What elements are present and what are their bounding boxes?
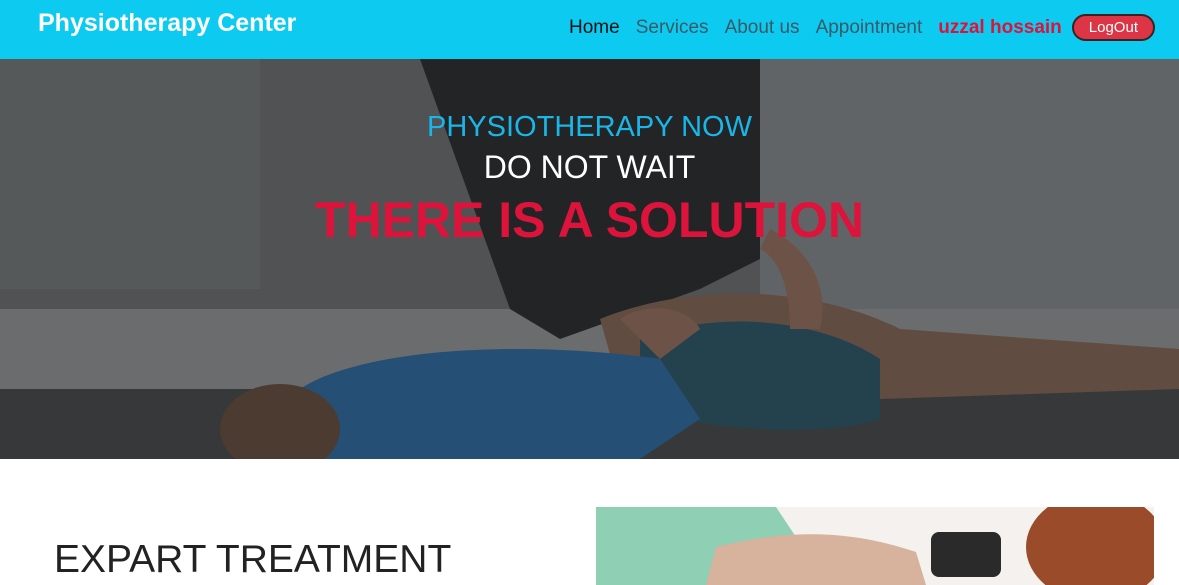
section-title: EXPART TREATMENT [54,538,452,581]
hero-line-1: PHYSIOTHERAPY NOW [427,111,752,143]
hero-text: PHYSIOTHERAPY NOW DO NOT WAIT THERE IS A… [0,107,1179,251]
user-name: uzzal hossain [938,16,1062,38]
hero-banner: PHYSIOTHERAPY NOW DO NOT WAIT THERE IS A… [0,59,1179,459]
nav-link-about[interactable]: About us [725,17,800,39]
treatment-image [596,507,1154,585]
hero-line-2: DO NOT WAIT [483,149,696,185]
nav-link-appointment[interactable]: Appointment [816,17,923,39]
nav-link-services[interactable]: Services [636,17,709,39]
nav-menu: Home Services About us Appointment uzzal… [553,14,1155,41]
brand-logo[interactable]: Physiotherapy Center [38,9,296,38]
logout-button[interactable]: LogOut [1071,14,1155,41]
nav-link-home[interactable]: Home [569,17,620,39]
hero-headline: THERE IS A SOLUTION [314,192,865,248]
navbar: Physiotherapy Center Home Services About… [0,0,1179,59]
